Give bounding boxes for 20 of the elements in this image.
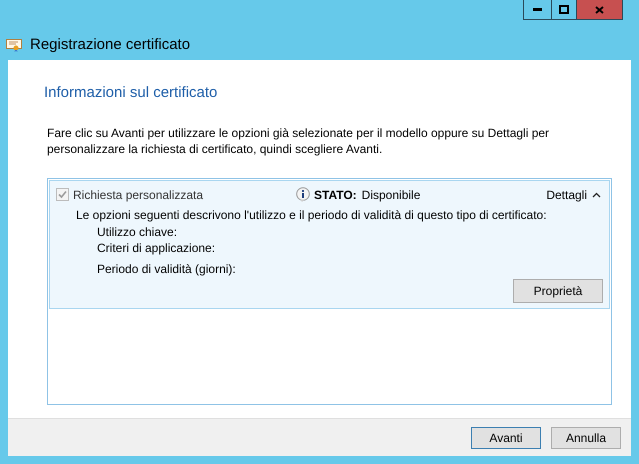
description-text: Le opzioni seguenti descrivono l'utilizzo e il periodo di validità di questo tipo di certificato: xyxy=(76,206,548,224)
close-button[interactable] xyxy=(577,0,622,19)
caret-icon xyxy=(592,192,601,198)
maximize-icon xyxy=(559,5,569,14)
page-heading: Informazioni sul certificato xyxy=(44,83,218,103)
intro-text: Fare clic su Avanti per utilizzare le opzioni già selezionate per il modello oppure su Dettagli per personalizzare la richiesta di certificato, quindi scegliere Avanti. xyxy=(47,124,550,156)
window-title: Registrazione certificato xyxy=(30,35,190,55)
checkmark-icon xyxy=(58,190,67,199)
minimize-icon xyxy=(533,8,542,11)
certificate-icon xyxy=(6,38,22,52)
footer-button[interactable]: Avanti xyxy=(471,426,541,448)
property-label: Periodo di validità (giorni): xyxy=(97,260,237,276)
footer-button[interactable]: Annulla xyxy=(551,426,621,448)
property-label: Utilizzo chiave: xyxy=(97,224,178,240)
property-label: Criteri di applicazione: xyxy=(97,240,216,256)
request-label: Richiesta personalizzata xyxy=(73,186,204,204)
info-icon xyxy=(296,186,310,202)
close-icon xyxy=(595,6,604,14)
status-value: Disponibile xyxy=(362,186,420,204)
status-label: STATO: xyxy=(314,186,357,204)
